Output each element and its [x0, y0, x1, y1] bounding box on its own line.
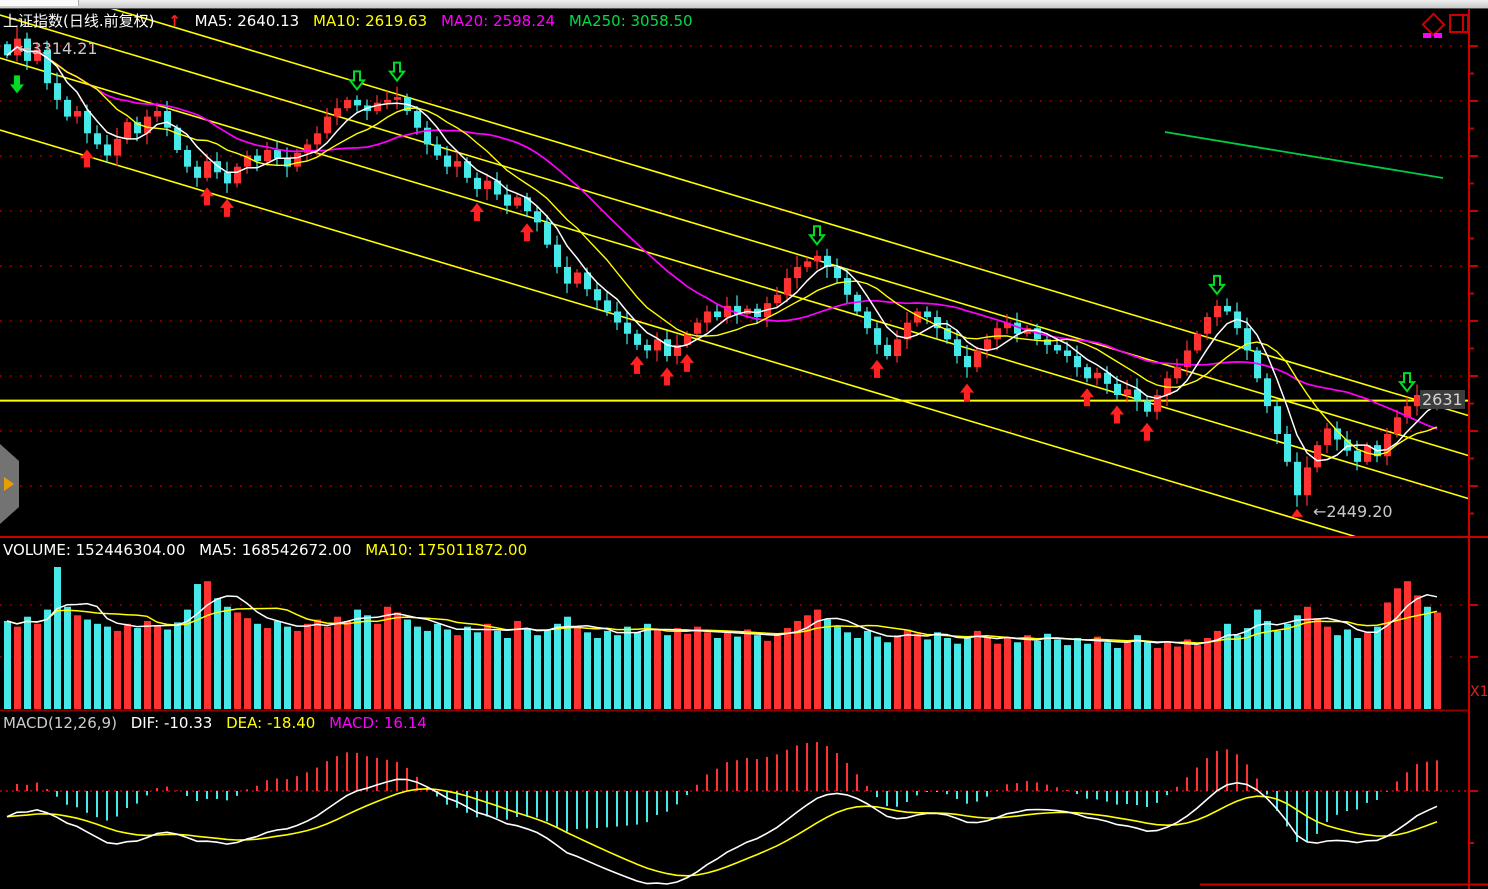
price-ma-lines — [7, 47, 1437, 461]
dea-value: DEA: -18.40 — [226, 714, 315, 732]
magenta-tick-mark-2 — [1434, 33, 1442, 38]
macd-panel-header: MACD(12,26,9) DIF: -10.33 DEA: -18.40 MA… — [3, 714, 436, 732]
low-point-marker — [1291, 509, 1303, 517]
high-price-label: ←3314.21 — [18, 39, 98, 58]
low-price-label: ←2449.20 — [1313, 502, 1393, 521]
ma250-value: MA250: 3058.50 — [569, 12, 693, 30]
axis-price-label: 2631 — [1420, 390, 1465, 409]
ma20-value: MA20: 2598.24 — [441, 12, 555, 30]
chart-canvas[interactable] — [0, 0, 1488, 889]
macd-title: MACD(12,26,9) — [3, 714, 117, 732]
trend-channel-lines — [0, 0, 1469, 571]
macd-lines — [7, 779, 1437, 884]
volume-panel-header: VOLUME: 152446304.00 MA5: 168542672.00 M… — [3, 541, 536, 559]
split-window-icon[interactable] — [1449, 14, 1469, 33]
dif-value: DIF: -10.33 — [131, 714, 213, 732]
volume-ma10-value: MA10: 175011872.00 — [365, 541, 527, 559]
split-window-pane-divider — [1462, 16, 1464, 31]
macd-value: MACD: 16.14 — [329, 714, 427, 732]
toolbar-bottom-strip — [0, 0, 1488, 9]
symbol-title: 上证指数(日线.前复权) — [3, 12, 154, 30]
ma5-value: MA5: 2640.13 — [195, 12, 300, 30]
volume-value: VOLUME: 152446304.00 — [3, 541, 185, 559]
ma250-line — [1165, 132, 1443, 178]
expand-arrow-icon — [4, 477, 14, 491]
signal-arrows — [10, 63, 1414, 517]
macd-histogram — [7, 742, 1437, 842]
trading-app-window: 上证指数(日线.前复权) ↑ MA5: 2640.13 MA10: 2619.6… — [0, 0, 1488, 889]
up-arrow-icon: ↑ — [168, 12, 181, 30]
volume-ma-lines — [7, 595, 1437, 644]
main-panel-header: 上证指数(日线.前复权) ↑ MA5: 2640.13 MA10: 2619.6… — [3, 10, 702, 31]
axis-and-dividers — [0, 8, 1488, 889]
magenta-tick-mark-1 — [1423, 33, 1431, 38]
toolbar-button-edge[interactable] — [0, 0, 79, 6]
ma10-value: MA10: 2619.63 — [313, 12, 427, 30]
volume-ma5-value: MA5: 168542672.00 — [199, 541, 351, 559]
volume-scale-label: X1 — [1470, 684, 1488, 700]
volume-bars — [4, 567, 1441, 709]
candlesticks — [4, 25, 1441, 507]
